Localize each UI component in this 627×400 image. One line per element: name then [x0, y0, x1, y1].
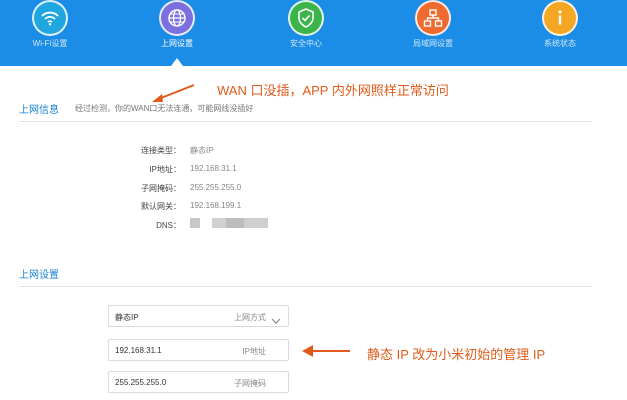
- annotation-arrow-icon: [150, 82, 196, 109]
- nav-label-internet-settings: 上网设置: [161, 39, 193, 48]
- internet-mode-value: 静态IP: [115, 313, 139, 322]
- ip-address-input-label: IP地址: [242, 347, 266, 356]
- value-connection-type: 静态IP: [190, 146, 214, 155]
- nav-label-lan-settings: 局域网设置: [413, 39, 453, 48]
- section-divider: [19, 286, 592, 287]
- annotation-arrow-icon: [300, 344, 352, 363]
- section-divider: [19, 121, 592, 122]
- label-connection-type: 连接类型：: [141, 146, 181, 155]
- subnet-mask-input-label: 子网掩码: [234, 379, 266, 388]
- globe-icon: [159, 0, 195, 36]
- label-ip-address: IP地址：: [149, 165, 181, 174]
- top-navigation-bar: Wi-Fi设置 上网设置 安全中心 局域网设置 系统状态: [0, 0, 627, 66]
- label-dns: DNS：: [156, 221, 181, 230]
- network-tree-icon: [415, 0, 451, 36]
- label-subnet-mask: 子网掩码：: [141, 184, 181, 193]
- nav-item-internet-settings[interactable]: 上网设置: [127, 0, 227, 66]
- value-default-gateway: 192.168.199.1: [190, 201, 242, 210]
- ip-address-input[interactable]: 192.168.31.1 IP地址: [108, 339, 289, 361]
- section-title-internet-info: 上网信息: [19, 105, 59, 116]
- value-subnet-mask: 255.255.255.0: [190, 183, 242, 192]
- wifi-icon: [32, 0, 68, 36]
- subnet-mask-input-value: 255.255.255.0: [115, 378, 167, 387]
- shield-icon: [288, 0, 324, 36]
- nav-item-security-center[interactable]: 安全中心: [256, 0, 356, 66]
- internet-mode-select[interactable]: 静态IP 上网方式: [108, 305, 289, 327]
- section-title-internet-settings: 上网设置: [19, 270, 59, 281]
- annotation-static-ip-note: 静态 IP 改为小米初始的管理 IP: [367, 347, 546, 362]
- label-default-gateway: 默认网关：: [141, 202, 181, 211]
- internet-mode-label: 上网方式: [234, 313, 266, 322]
- annotation-wan-note: WAN 口没插，APP 内外网照样正常访问: [217, 83, 449, 98]
- nav-item-wifi-settings[interactable]: Wi-Fi设置: [0, 0, 100, 66]
- value-ip-address: 192.168.31.1: [190, 164, 237, 173]
- nav-item-system-status[interactable]: 系统状态: [510, 0, 610, 66]
- nav-label-system-status: 系统状态: [544, 39, 576, 48]
- active-tab-caret: [171, 58, 183, 66]
- nav-item-lan-settings[interactable]: 局域网设置: [383, 0, 483, 66]
- dns-value-redacted: [190, 218, 268, 228]
- nav-label-wifi-settings: Wi-Fi设置: [32, 39, 68, 48]
- chevron-down-icon: [271, 312, 281, 330]
- subnet-mask-input[interactable]: 255.255.255.0 子网掩码: [108, 371, 289, 393]
- info-icon: [542, 0, 578, 36]
- ip-address-input-value: 192.168.31.1: [115, 346, 162, 355]
- nav-label-security-center: 安全中心: [290, 39, 322, 48]
